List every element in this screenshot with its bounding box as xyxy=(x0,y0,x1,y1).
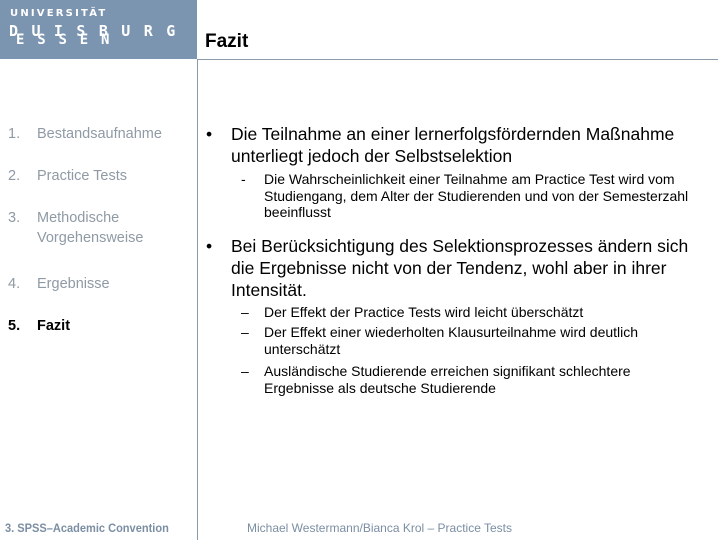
page-title: Fazit xyxy=(205,31,249,52)
nav-item-label: Fazit xyxy=(37,318,71,334)
sub-bullet-text: Der Effekt der Practice Tests wird leich… xyxy=(264,304,584,320)
logo-essen-text: E S S E N xyxy=(16,32,112,48)
bullet-icon: • xyxy=(206,124,213,144)
dash-icon: – xyxy=(241,304,249,320)
university-logo: UNIVERSITÄT D U I S B U R G E S S E N xyxy=(0,0,197,59)
nav-item-number: 4. xyxy=(8,276,21,292)
nav-item-number: 2. xyxy=(8,168,21,184)
bullet-text: Bei Berücksichtigung des Selektionsproze… xyxy=(231,236,689,300)
nav-item-number: 3. xyxy=(8,210,21,226)
footer-authors: Michael Westermann/Bianca Krol – Practic… xyxy=(247,521,513,535)
nav-item-label: Practice Tests xyxy=(37,168,127,184)
nav-item-label: Bestandsaufnahme xyxy=(37,126,162,142)
dash-icon: – xyxy=(241,324,249,340)
vertical-divider xyxy=(197,59,198,540)
nav-item-number: 1. xyxy=(8,126,21,142)
sub-bullet-text: Die Wahrscheinlichkeit einer Teilnahme a… xyxy=(264,171,689,220)
sub-bullet-text: Der Effekt einer wiederholten Klausurtei… xyxy=(264,324,639,357)
dash-icon: - xyxy=(241,171,246,187)
bullet-text: Die Teilnahme an einer lernerfolgsförder… xyxy=(231,124,675,166)
title-divider xyxy=(198,59,718,60)
sub-bullet-text: Ausländische Studierende erreichen signi… xyxy=(264,363,631,396)
footer-event-name: 3. SPSS–Academic Convention xyxy=(5,521,169,535)
dash-icon: – xyxy=(241,363,249,379)
bullet-icon: • xyxy=(206,236,213,256)
nav-item-label: Ergebnisse xyxy=(37,276,110,292)
nav-item-label: Methodische Vorgehensweise xyxy=(37,210,144,246)
logo-university-text: UNIVERSITÄT xyxy=(10,8,108,19)
nav-item-number: 5. xyxy=(8,318,21,334)
